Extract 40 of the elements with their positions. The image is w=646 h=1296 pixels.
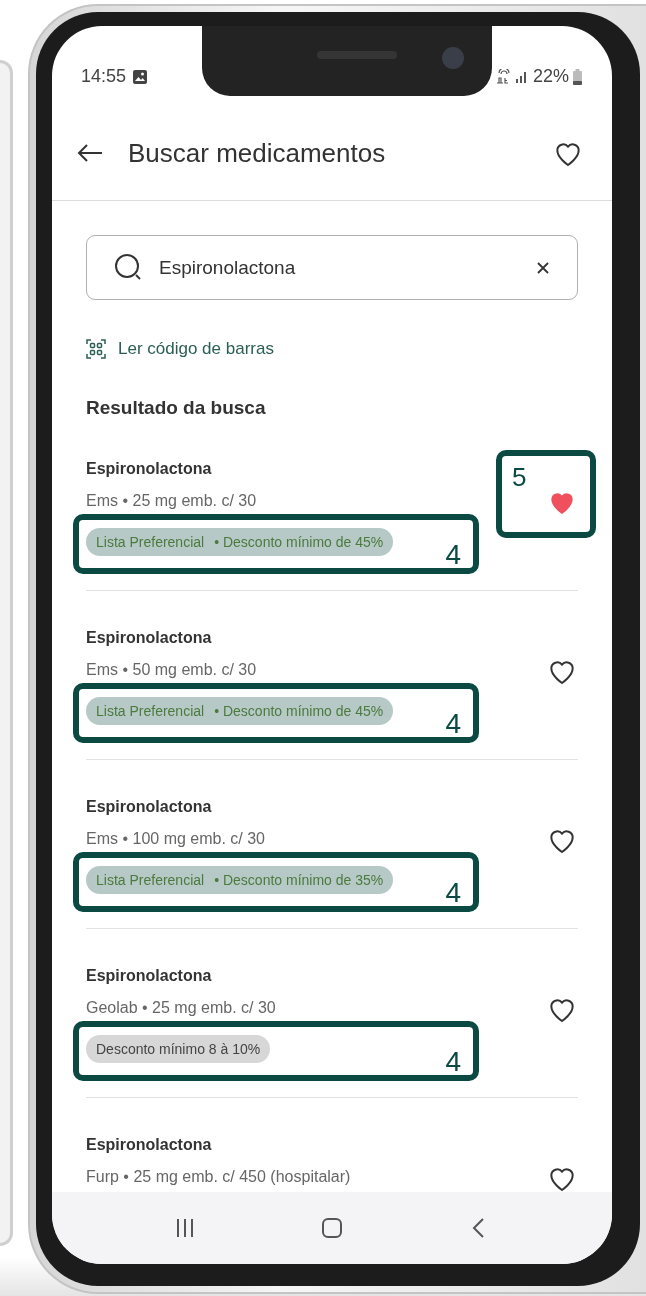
medicine-name: Espironolactona [86, 628, 212, 648]
callout-number: 4 [445, 878, 461, 908]
home-button[interactable] [321, 1217, 343, 1239]
battery-icon [573, 68, 582, 85]
page-title: Buscar medicamentos [128, 137, 386, 169]
back-button[interactable] [76, 143, 104, 163]
close-icon [537, 261, 549, 274]
callout-number: 4 [445, 1047, 461, 1077]
tag-label: • Desconto mínimo de 45% [214, 703, 384, 719]
barcode-link[interactable]: Ler código de barras [86, 338, 578, 360]
tag-label: • Desconto mínimo de 45% [214, 534, 384, 550]
callout-number: 4 [445, 540, 461, 570]
status-time: 14:55 [81, 66, 127, 87]
home-icon [321, 1217, 343, 1239]
search-field[interactable]: Espironolactona [86, 235, 578, 300]
medicine-detail: Geolab • 25 mg emb. c/ 30 [86, 998, 276, 1018]
tag-label: Lista Preferencial [96, 703, 205, 719]
medicine-name: Espironolactona [86, 797, 212, 817]
tag-label: • Desconto mínimo de 35% [214, 872, 384, 888]
image-icon [132, 68, 149, 85]
medicine-name: Espironolactona [86, 1135, 212, 1155]
medicine-detail: Furp • 25 mg emb. c/ 450 (hospitalar) [86, 1167, 351, 1187]
section-title: Resultado da busca [86, 397, 267, 420]
medicine-detail: Ems • 25 mg emb. c/ 30 [86, 491, 257, 511]
medicine-name: Espironolactona [86, 966, 212, 986]
tag-label: Desconto mínimo 8 à 10% [96, 1041, 261, 1057]
back-arrow-icon [76, 143, 104, 163]
signal-icon [514, 69, 529, 84]
clear-button[interactable] [537, 261, 549, 274]
battery-percentage: 22% [532, 66, 569, 87]
tag-label: Lista Preferencial [96, 872, 205, 888]
search-input[interactable]: Espironolactona [159, 256, 537, 279]
callout-number: 4 [445, 709, 461, 739]
medicine-detail: Ems • 50 mg emb. c/ 30 [86, 660, 257, 680]
scan-icon [86, 339, 106, 359]
camera-lens [442, 47, 464, 69]
tag-label: Lista Preferencial [96, 534, 205, 550]
medicine-detail: Ems • 100 mg emb. c/ 30 [86, 829, 265, 849]
callout-number: 5 [512, 462, 527, 492]
medicine-name: Espironolactona [86, 459, 212, 479]
